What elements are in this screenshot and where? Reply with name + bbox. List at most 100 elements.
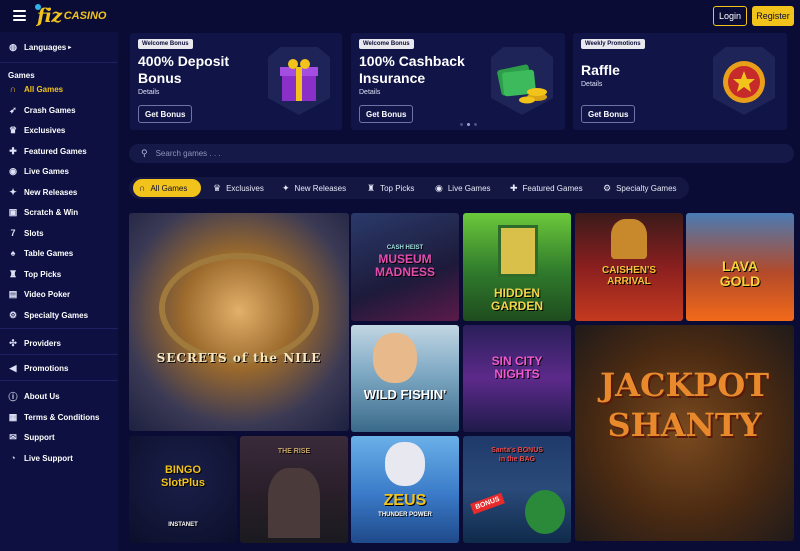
sidebar-item-live-games[interactable]: ◉ Live Games [8,163,69,179]
banner-title: 400% Deposit Bonus [138,53,230,86]
logo[interactable]: fiz CASINO [35,4,106,28]
get-bonus-button[interactable]: Get Bonus [359,105,414,123]
sidebar-item-label: About Us [24,391,60,401]
sidebar-item-specialty-games[interactable]: ⚙ Specialty Games [8,307,88,323]
book-art [498,225,538,277]
game-tile-hidden-garden[interactable]: HIDDEN GARDEN [463,213,571,321]
game-tile-jackpot-shanty[interactable]: JACKPOT SHANTY [575,325,794,541]
sidebar-item-video-poker[interactable]: ▤ Video Poker [8,286,70,302]
sidebar-item-scratch-win[interactable]: ▣ Scratch & Win [8,204,78,220]
game-tile-zeus[interactable]: ZEUS THUNDER POWER [351,436,459,543]
banner-title: Raffle [581,62,620,78]
divider [0,380,118,381]
sidebar-item-terms[interactable]: ▦ Terms & Conditions [8,409,100,425]
sidebar-item-live-support[interactable]: ◔ Live Support [8,450,73,466]
game-title: THE RISE [277,448,311,455]
scratch-icon: ▣ [8,206,18,217]
sidebar-item-label: Live Support [24,453,73,463]
search-bar[interactable]: ⚲ [129,144,794,163]
languages-label: Languages [24,42,67,52]
sidebar-item-featured-games[interactable]: ✚ Featured Games [8,143,87,159]
search-input[interactable] [155,149,756,158]
divider [0,62,118,63]
banner-tag: Weekly Promotions [581,39,645,49]
game-title: SECRETS of the NILE [156,351,322,365]
promo-banner-cashback[interactable]: Welcome Bonus 100% Cashback Insurance Det… [351,33,565,130]
sidebar-item-crash-games[interactable]: ➶ Crash Games [8,102,75,118]
providers-icon: ✣ [9,337,17,348]
tab-all-games[interactable]: ∩ All Games [133,179,201,197]
sidebar-item-support[interactable]: ✉ Support [8,429,54,445]
sidebar-item-all-games[interactable]: ∩ All Games [8,81,63,97]
top-bar: fiz CASINO Login Register [0,0,800,32]
game-tile-the-rise[interactable]: THE RISE [240,436,348,543]
banner-details-link[interactable]: Details [138,89,159,96]
game-subtitle: THUNDER POWER [378,512,432,518]
carousel-dots[interactable] [460,123,477,126]
promo-banner-deposit[interactable]: Welcome Bonus 400% Deposit Bonus Details … [130,33,342,130]
tab-specialty-games[interactable]: ⚙ Specialty Games [597,179,683,197]
money-stack-icon [497,64,547,104]
sidebar-item-label: Featured Games [24,146,87,156]
get-bonus-button[interactable]: Get Bonus [138,105,193,123]
trophy-icon: ♜ [8,268,18,279]
banner-title: 100% Cashback Insurance [359,53,465,86]
ring-art [159,253,319,363]
mail-icon: ✉ [9,431,17,442]
sidebar-item-about-us[interactable]: ⓘ About Us [8,388,60,404]
game-title: JACKPOT SHANTY [600,366,769,444]
game-title: HIDDEN GARDEN [490,286,543,313]
game-tile-bingo-slotplus[interactable]: BINGO SlotPlus INSTANET [129,436,237,543]
game-title: ZEUS [383,492,427,509]
banner-details-link[interactable]: Details [359,89,380,96]
gear-icon: ⚙ [8,309,18,320]
banner-details-link[interactable]: Details [581,81,602,88]
game-tile-lava-gold[interactable]: LAVA GOLD [686,213,794,321]
tab-new-releases[interactable]: ✦ New Releases [276,179,352,197]
game-tile-sin-city-nights[interactable]: SIN CITY NIGHTS [463,325,571,432]
document-icon: ▦ [8,411,18,422]
sidebar-item-top-picks[interactable]: ♜ Top Picks [8,266,61,282]
tab-live-games[interactable]: ◉ Live Games [429,179,497,197]
gift-box-icon [280,59,318,101]
game-tile-museum-madness[interactable]: CASH HEIST MUSEUM MADNESS [351,213,459,321]
sidebar-item-providers[interactable]: ✣ Providers [8,335,61,351]
game-title: MUSEUM MADNESS [374,252,435,279]
sidebar-item-label: Exclusives [24,125,66,135]
caret-right-icon: ▸ [68,44,72,51]
sidebar-item-label: New Releases [24,187,78,197]
sparkle-icon: ✦ [9,186,17,197]
banner-tag: Welcome Bonus [138,39,193,49]
megaphone-icon: ◀ [9,362,17,373]
tab-top-picks[interactable]: ♜ Top Picks [361,179,420,197]
sidebar-item-slots[interactable]: 7 Slots [8,225,43,241]
languages-selector[interactable]: ◍ Languages ▸ [8,39,71,55]
game-tile-wild-fishin[interactable]: WILD FISHIN' [351,325,459,432]
login-button[interactable]: Login [713,6,747,26]
game-title: BINGO SlotPlus [160,464,205,489]
get-bonus-button[interactable]: Get Bonus [581,105,636,123]
game-badge: INSTANET [168,522,198,528]
sidebar-item-label: Live Games [24,166,69,176]
character-art [373,333,417,383]
sidebar-item-promotions[interactable]: ◀ Promotions [8,360,69,376]
game-title: Santa's BONUS in the BAG [491,447,543,463]
game-tile-secrets-of-the-nile[interactable]: SECRETS of the NILE [129,213,349,431]
register-button[interactable]: Register [752,6,794,26]
sidebar-item-label: Specialty Games [24,310,89,320]
game-title: SIN CITY NIGHTS [491,354,543,381]
sidebar-item-exclusives[interactable]: ♛ Exclusives [8,122,65,138]
sidebar-item-label: Top Picks [24,269,62,279]
game-tile-santas-bonus[interactable]: Santa's BONUS in the BAG BONUS [463,436,571,543]
menu-icon[interactable] [13,10,26,21]
promo-banner-raffle[interactable]: Weekly Promotions Raffle Details Get Bon… [573,33,787,130]
sidebar-item-new-releases[interactable]: ✦ New Releases [8,184,77,200]
tab-featured-games[interactable]: ✚ Featured Games [504,179,589,197]
sidebar-item-table-games[interactable]: ♠ Table Games [8,245,74,261]
puzzle-icon: ✚ [510,182,518,193]
sidebar-item-label: All Games [24,84,64,94]
game-tile-caishens-arrival[interactable]: CAISHEN'S ARRIVAL [575,213,683,321]
game-badge: BONUS [470,492,506,515]
sidebar: ◍ Languages ▸ Games ∩ All Games ➶ Crash Game… [0,32,118,551]
tab-exclusives[interactable]: ♛ Exclusives [207,179,270,197]
